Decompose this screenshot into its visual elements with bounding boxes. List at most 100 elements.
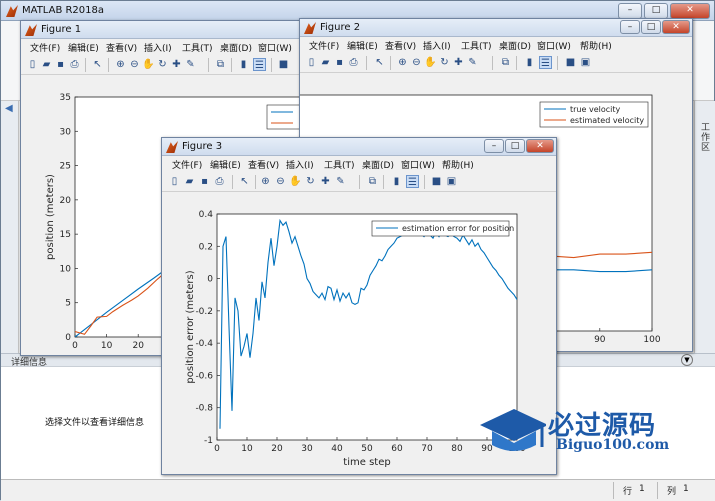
fig2-minimize-button[interactable]: – [620,20,640,34]
toolbar-separator [390,56,391,70]
toolbar-separator [271,58,272,72]
menu-help[interactable]: 帮助(H) [442,158,474,171]
menu-insert[interactable]: 插入(I) [423,39,451,52]
menu-tools[interactable]: 工具(T) [461,39,492,52]
pointer-icon[interactable]: ↖ [373,56,386,69]
menu-desktop[interactable]: 桌面(D) [220,41,252,54]
new-figure-icon[interactable]: ▯ [305,56,318,69]
link-plot-icon[interactable]: ⧉ [214,58,227,71]
legend-icon[interactable]: ☰ [539,56,552,69]
brush-icon[interactable]: ✎ [466,56,479,69]
menu-edit[interactable]: 编辑(E) [68,41,99,54]
menu-insert[interactable]: 插入(I) [144,41,172,54]
fig2-close-button[interactable]: ✕ [662,20,690,34]
save-icon[interactable]: ▪ [198,175,211,188]
y-tick-label: 10 [60,264,72,274]
menu-help[interactable]: 帮助(H) [580,39,612,52]
colorbar-icon[interactable]: ▮ [523,56,536,69]
data-cursor-icon[interactable]: ✚ [319,175,332,188]
back-arrow-icon[interactable]: ◀ [5,103,13,114]
menu-desktop[interactable]: 桌面(D) [362,158,394,171]
pointer-icon[interactable]: ↖ [91,58,104,71]
open-icon[interactable]: ▰ [40,58,53,71]
figure-2-menubar: 文件(F) 编辑(E) 查看(V) 插入(I) 工具(T) 桌面(D) 窗口(W… [300,37,692,53]
menu-edit[interactable]: 编辑(E) [347,39,378,52]
menu-edit[interactable]: 编辑(E) [210,158,241,171]
menu-view[interactable]: 查看(V) [248,158,279,171]
zoom-out-icon[interactable]: ⊖ [128,58,141,71]
colorbar-icon[interactable]: ▮ [237,58,250,71]
toolbar-separator [366,56,367,70]
rotate-icon[interactable]: ↻ [156,58,169,71]
fig3-minimize-button[interactable]: – [484,139,504,153]
menu-window[interactable]: 窗口(W) [258,41,292,54]
y-tick-label: 0 [207,275,213,285]
print-icon[interactable]: ⎙ [347,56,360,69]
y-tick-label: 30 [60,127,72,137]
chevron-down-icon[interactable]: ▼ [681,354,693,366]
colorbar-icon[interactable]: ▮ [390,175,403,188]
main-maximize-button[interactable]: □ [644,3,668,19]
show-plot-tools-icon[interactable]: ▣ [579,56,592,69]
menu-tools[interactable]: 工具(T) [182,41,213,54]
show-plot-tools-icon[interactable]: ▣ [445,175,458,188]
open-icon[interactable]: ▰ [183,175,196,188]
toolbar-separator [85,58,86,72]
menu-view[interactable]: 查看(V) [106,41,137,54]
zoom-in-icon[interactable]: ⊕ [259,175,272,188]
open-icon[interactable]: ▰ [319,56,332,69]
menu-view[interactable]: 查看(V) [385,39,416,52]
col-label: 列 [667,487,677,497]
data-cursor-icon[interactable]: ✚ [170,58,183,71]
menu-window[interactable]: 窗口(W) [537,39,571,52]
brush-icon[interactable]: ✎ [184,58,197,71]
brush-icon[interactable]: ✎ [334,175,347,188]
x-tick-label: 0 [214,444,220,454]
menu-file[interactable]: 文件(F) [172,158,202,171]
menu-file[interactable]: 文件(F) [30,41,60,54]
workspace-tab[interactable]: 工作区 [701,123,711,153]
new-figure-icon[interactable]: ▯ [168,175,181,188]
pointer-icon[interactable]: ↖ [238,175,251,188]
zoom-in-icon[interactable]: ⊕ [396,56,409,69]
hide-plot-tools-icon[interactable]: ■ [564,56,577,69]
menu-tools[interactable]: 工具(T) [324,158,355,171]
print-icon[interactable]: ⎙ [213,175,226,188]
menu-desktop[interactable]: 桌面(D) [499,39,531,52]
fig2-maximize-button[interactable]: □ [641,20,661,34]
hide-plot-tools-icon[interactable]: ■ [430,175,443,188]
save-icon[interactable]: ▪ [333,56,346,69]
fig3-close-button[interactable]: ✕ [526,139,554,153]
pan-icon[interactable]: ✋ [142,58,155,71]
rotate-icon[interactable]: ↻ [438,56,451,69]
main-minimize-button[interactable]: – [618,3,642,19]
data-cursor-icon[interactable]: ✚ [452,56,465,69]
hide-plot-tools-icon[interactable]: ■ [277,58,290,71]
zoom-in-icon[interactable]: ⊕ [114,58,127,71]
status-bar: 行 1 列 1 [1,479,715,501]
menu-window[interactable]: 窗口(W) [401,158,435,171]
zoom-out-icon[interactable]: ⊖ [274,175,287,188]
menu-insert[interactable]: 插入(I) [286,158,314,171]
y-tick-label: -0.8 [195,404,213,414]
fig3-maximize-button[interactable]: □ [505,139,525,153]
x-tick-label: 100 [643,335,660,345]
main-close-button[interactable]: ✕ [670,3,710,19]
toolbar-separator [255,175,256,189]
x-tick-label: 60 [391,444,403,454]
link-plot-icon[interactable]: ⧉ [499,56,512,69]
menu-file[interactable]: 文件(F) [309,39,339,52]
new-figure-icon[interactable]: ▯ [26,58,39,71]
link-plot-icon[interactable]: ⧉ [366,175,379,188]
legend-entry-1: true velocity [570,105,620,114]
save-icon[interactable]: ▪ [54,58,67,71]
legend-icon[interactable]: ☰ [406,175,419,188]
rotate-icon[interactable]: ↻ [304,175,317,188]
y-tick-label: -0.6 [195,371,213,381]
x-tick-label: 20 [132,341,144,351]
pan-icon[interactable]: ✋ [424,56,437,69]
print-icon[interactable]: ⎙ [68,58,81,71]
pan-icon[interactable]: ✋ [289,175,302,188]
zoom-out-icon[interactable]: ⊖ [410,56,423,69]
legend-icon[interactable]: ☰ [253,58,266,71]
